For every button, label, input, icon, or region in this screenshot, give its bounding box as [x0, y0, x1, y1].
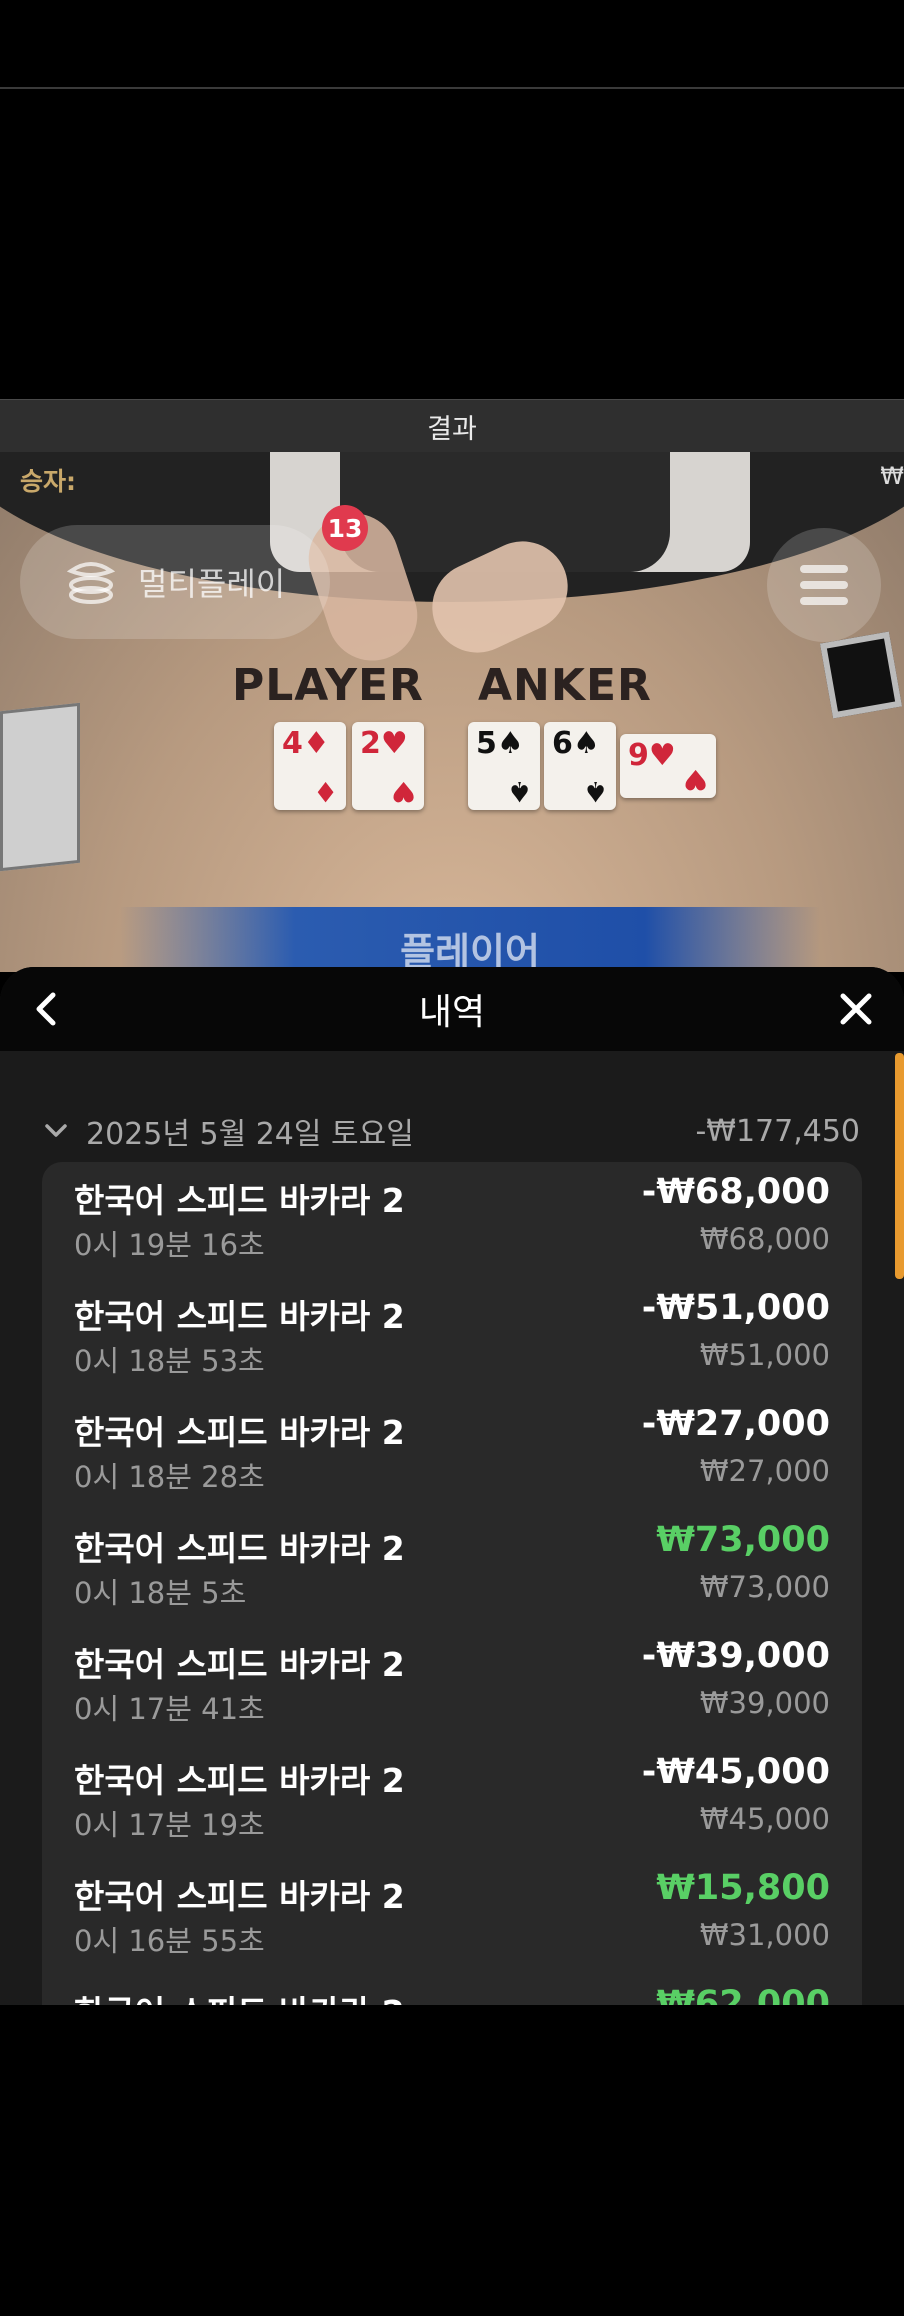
result-amount: ₩73,000	[656, 1520, 830, 1560]
bet-time: 0시 19분 16초	[74, 1228, 265, 1262]
stake-amount: ₩68,000	[699, 1222, 830, 1256]
back-button[interactable]	[26, 987, 66, 1031]
date-label: 2025년 5월 24일 토요일	[86, 1117, 414, 1152]
history-row[interactable]: 한국어 스피드 바카라 2 0시 18분 53초 -₩51,000 ₩51,00…	[42, 1278, 862, 1394]
winner-label: 승자:	[20, 467, 76, 496]
history-title: 내역	[418, 992, 486, 1033]
game-name: 한국어 스피드 바카라 2	[74, 1413, 405, 1452]
chevron-left-icon	[36, 992, 56, 1026]
playing-card-horizontal: 9♥ ♥	[620, 734, 716, 798]
history-list: 한국어 스피드 바카라 2 0시 19분 16초 -₩68,000 ₩68,00…	[42, 1162, 862, 2005]
game-name: 한국어 스피드 바카라 2	[74, 1877, 405, 1916]
history-header: 내역	[0, 967, 904, 1051]
hamburger-menu-icon	[800, 557, 848, 613]
notification-badge: 13	[322, 505, 368, 551]
discard-slot	[819, 631, 903, 719]
playing-card: 4♦ ♦	[274, 722, 346, 810]
result-amount: -₩45,000	[641, 1752, 830, 1792]
live-video-view: 승자: ₩ PLAYER ANKER 4♦ ♦ 2♥ ♥ 5♠ ♠ 6♠ ♠ 9…	[0, 452, 904, 972]
game-name: 한국어 스피드 바카라 2	[74, 1297, 405, 1336]
stake-amount: ₩51,000	[699, 1338, 830, 1372]
game-name: 한국어 스피드 바카라 2	[74, 1761, 405, 1800]
winner-banner: 플레이어	[120, 907, 820, 972]
scrollbar-thumb[interactable]	[895, 1053, 904, 1279]
stake-amount: ₩39,000	[699, 1686, 830, 1720]
bet-time: 0시 18분 5초	[74, 1576, 247, 1610]
bet-time: 0시 17분 19초	[74, 1808, 265, 1842]
stake-amount: ₩73,000	[699, 1570, 830, 1604]
result-amount: -₩68,000	[641, 1172, 830, 1212]
date-total: -₩177,450	[695, 1113, 860, 1149]
top-divider	[0, 87, 904, 89]
playing-card: 2♥ ♥	[352, 722, 424, 810]
bet-time: 0시 18분 53초	[74, 1344, 265, 1378]
multiplay-label: 멀티플레이	[138, 565, 286, 603]
history-panel: 내역 2025년 5월 24일 토요일 -₩177,450 한국어 스피드 바카…	[0, 967, 904, 2005]
history-row[interactable]: 한국어 스피드 바카라 2 0시 18분 28초 -₩27,000 ₩27,00…	[42, 1394, 862, 1510]
card-shoe	[0, 702, 80, 872]
date-group-header[interactable]: 2025년 5월 24일 토요일 -₩177,450	[44, 1108, 860, 1154]
close-icon	[840, 993, 872, 1025]
game-name: 한국어 스피드 바카라 2	[74, 1645, 405, 1684]
history-row[interactable]: 한국어 스피드 바카라 2 0시 18분 5초 ₩73,000 ₩73,000	[42, 1510, 862, 1626]
playing-card: 6♠ ♠	[544, 722, 616, 810]
game-name: 한국어 스피드 바카라 2	[74, 1529, 405, 1568]
history-row[interactable]: 한국어 스피드 바카라 2 0시 16분 55초 ₩15,800 ₩31,000	[42, 1858, 862, 1974]
game-name: 한국어 스피드 바카라 2	[74, 1986, 405, 2005]
bet-time: 0시 16분 55초	[74, 1924, 265, 1958]
stake-amount: ₩27,000	[699, 1454, 830, 1488]
chevron-down-icon	[44, 1119, 68, 1143]
result-amount: ₩15,800	[656, 1868, 830, 1908]
result-amount: -₩39,000	[641, 1636, 830, 1676]
menu-button[interactable]	[767, 528, 881, 642]
playing-card: 5♠ ♠	[468, 722, 540, 810]
history-row[interactable]: 한국어 스피드 바카라 2 0시 19분 16초 -₩68,000 ₩68,00…	[42, 1162, 862, 1278]
result-amount: ₩62,000	[656, 1984, 830, 2005]
result-title: 결과	[427, 413, 477, 445]
history-row[interactable]: 한국어 스피드 바카라 2 0시 17분 19초 -₩45,000 ₩45,00…	[42, 1742, 862, 1858]
table-label-player: PLAYER	[232, 660, 424, 711]
history-row[interactable]: 한국어 스피드 바카라 2 0시 17분 41초 -₩39,000 ₩39,00…	[42, 1626, 862, 1742]
game-name: 한국어 스피드 바카라 2	[74, 1181, 405, 1220]
table-label-banker: ANKER	[478, 660, 652, 711]
result-amount: -₩51,000	[641, 1288, 830, 1328]
stake-amount: ₩45,000	[699, 1802, 830, 1836]
history-row[interactable]: 한국어 스피드 바카라 2 ₩62,000	[42, 1974, 862, 2005]
stake-amount: ₩31,000	[699, 1918, 830, 1952]
result-amount: -₩27,000	[641, 1404, 830, 1444]
chips-stack-icon	[58, 552, 124, 612]
result-bar: 결과	[0, 399, 904, 453]
close-button[interactable]	[834, 987, 878, 1031]
bet-time: 0시 18분 28초	[74, 1460, 265, 1494]
winner-amount: ₩	[880, 462, 904, 490]
bet-time: 0시 17분 41초	[74, 1692, 265, 1726]
multiplay-button[interactable]: 멀티플레이	[20, 525, 330, 639]
